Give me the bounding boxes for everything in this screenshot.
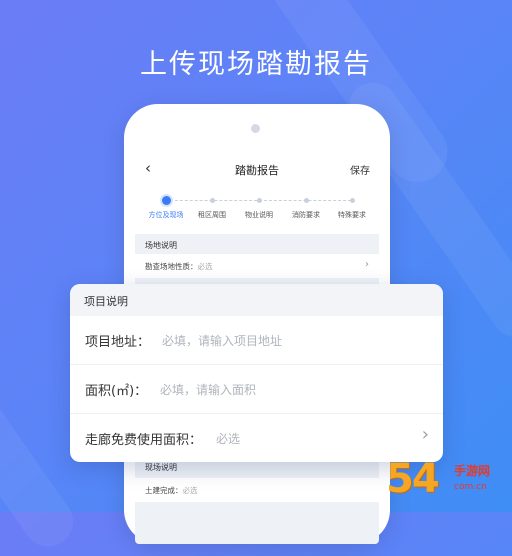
site-nature-label: 勘查场地性质： (145, 262, 198, 271)
civil-done-label: 土建完成： (145, 486, 183, 495)
step-item[interactable]: 特殊要求 (327, 194, 377, 220)
nav-bar: ‹ 踏勘报告 保存 (135, 150, 379, 189)
step-item[interactable]: 租区周围 (187, 194, 237, 220)
project-address-input[interactable]: 必填，请输入项目地址 (162, 332, 282, 349)
step-dot (161, 196, 171, 205)
watermark-text: 手游网 (454, 464, 491, 478)
step-progress: 方位及现场 租区周围 物业说明 消防要求 特殊要求 (135, 188, 379, 234)
step-label: 物业说明 (245, 211, 273, 219)
project-address-row[interactable]: 项目地址： 必填，请输入项目地址 (70, 316, 443, 365)
step-dot (303, 198, 309, 203)
step-item[interactable]: 物业说明 (234, 194, 284, 220)
watermark-number: 54 (386, 456, 440, 502)
civil-done-value: 必选 (182, 486, 198, 495)
headline: 上传现场踏勘报告 (140, 49, 372, 80)
phone-speaker (251, 124, 260, 133)
site-nature-row[interactable]: 勘查场地性质：必选 › (135, 254, 379, 278)
step-dot (256, 198, 262, 203)
site-nature-field: 勘查场地性质：必选 (145, 261, 213, 272)
section-title-scene: 现场说明 (145, 463, 177, 472)
page-title: 踏勘报告 (235, 164, 279, 177)
watermark-domain: com.cn (454, 482, 487, 492)
step-label: 方位及现场 (148, 211, 184, 219)
area-label: 面积(㎡)： (85, 384, 148, 399)
project-address-label: 项目地址： (85, 335, 151, 350)
card-header: 项目说明 (70, 284, 443, 316)
save-button[interactable]: 保存 (350, 162, 370, 177)
civil-done-field: 土建完成：必选 (145, 485, 198, 496)
step-item[interactable]: 消防要求 (281, 194, 331, 220)
site-nature-value: 必选 (197, 262, 213, 271)
card-title: 项目说明 (84, 295, 128, 308)
area-input[interactable]: 必填，请输入面积 (160, 381, 256, 398)
civil-done-row[interactable]: 土建完成：必选 (135, 478, 379, 502)
area-row[interactable]: 面积(㎡)： 必填，请输入面积 (70, 365, 443, 414)
section-title-site: 场地说明 (145, 241, 177, 250)
chevron-right-icon: › (365, 259, 369, 270)
corridor-area-label: 走廊免费使用面积： (85, 433, 203, 448)
step-item[interactable]: 方位及现场 (141, 194, 191, 220)
site-watermark: 54 手游网 com.cn (386, 454, 506, 506)
step-dot (209, 198, 215, 203)
step-dot (349, 198, 355, 203)
corridor-area-value[interactable]: 必选 (216, 430, 240, 447)
chevron-right-icon: › (421, 424, 429, 445)
project-info-card: 项目说明 项目地址： 必填，请输入项目地址 面积(㎡)： 必填，请输入面积 走廊… (70, 284, 443, 462)
step-label: 特殊要求 (338, 211, 366, 219)
step-label: 消防要求 (292, 211, 320, 219)
step-label: 租区周围 (198, 211, 226, 219)
